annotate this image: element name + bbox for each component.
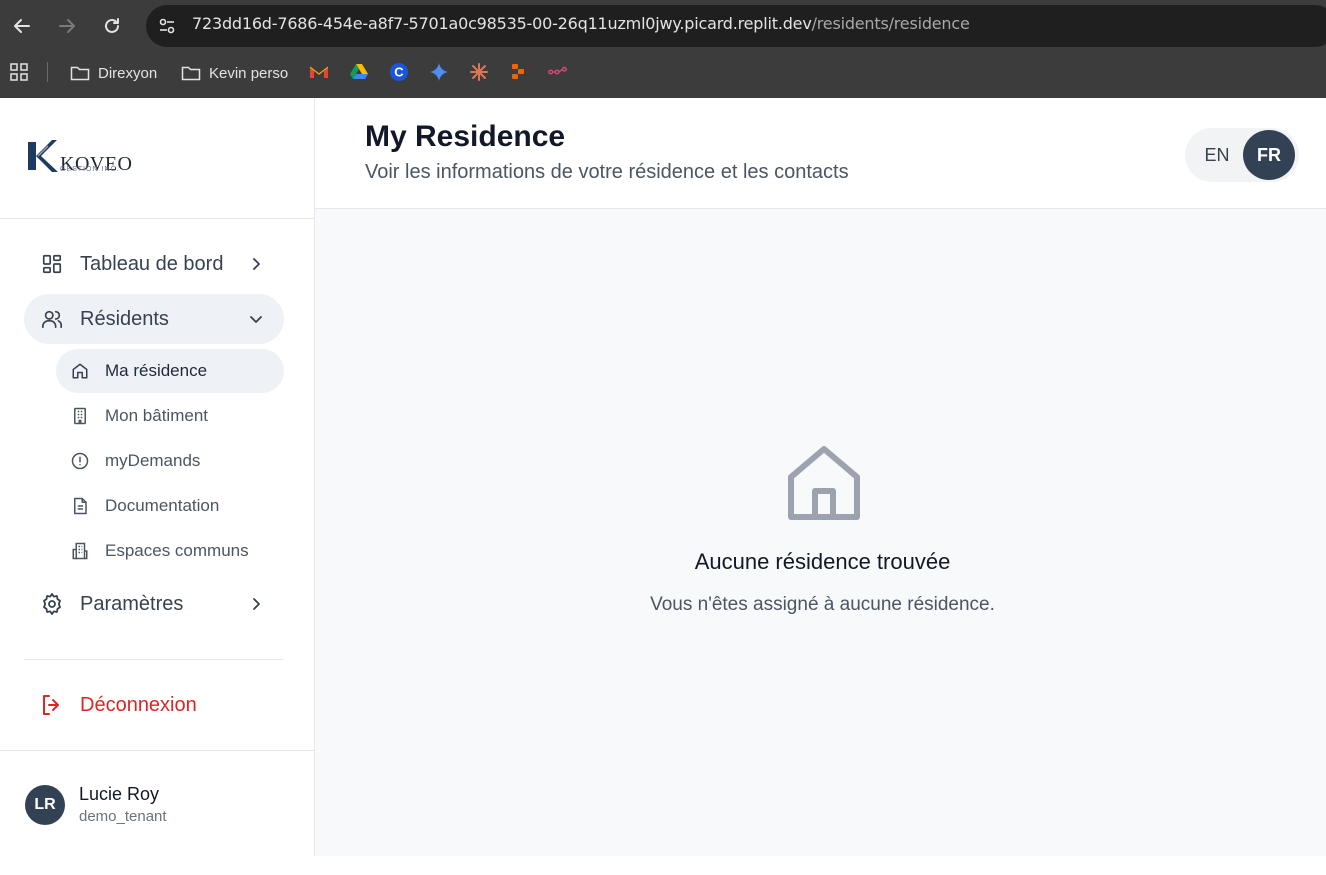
nav-residents[interactable]: Résidents	[24, 294, 284, 344]
page-header: My Residence Voir les informations de vo…	[315, 98, 1326, 209]
empty-state-title: Aucune résidence trouvée	[694, 549, 951, 574]
gear-icon	[40, 592, 64, 616]
bookmark-label: Kevin perso	[209, 64, 289, 82]
page-title: My Residence	[365, 120, 566, 153]
subnav-label: Documentation	[105, 496, 220, 515]
drive-icon[interactable]	[349, 62, 369, 82]
empty-state-description: Vous n'êtes assigné à aucune résidence.	[650, 594, 995, 615]
forward-icon[interactable]	[55, 12, 79, 40]
page-subtitle: Voir les informations de votre résidence…	[365, 161, 849, 183]
bookmark-folder-direxyon[interactable]: Direxyon	[70, 60, 157, 86]
bookmark-label: Direxyon	[98, 64, 158, 82]
back-icon[interactable]	[10, 12, 34, 40]
subnav-label: Mon bâtiment	[105, 406, 208, 425]
replit-icon[interactable]	[508, 62, 528, 82]
c-app-icon[interactable]: C	[389, 62, 409, 82]
url-text[interactable]: 723dd16d-7686-454e-a8f7-5701a0c98535-00-…	[192, 14, 970, 33]
logout-icon	[40, 693, 64, 717]
apps-grid-icon[interactable]	[9, 62, 29, 82]
subnav-label: Ma résidence	[105, 361, 208, 380]
logo-subtext: GESTION INC.	[60, 166, 120, 173]
chevron-right-icon	[246, 594, 266, 614]
alert-circle-icon	[70, 451, 90, 471]
user-profile[interactable]: LR Lucie Roy demo_tenant	[25, 784, 167, 825]
divider	[24, 659, 284, 660]
subnav-label: myDemands	[105, 451, 201, 470]
page-bottom-strip	[0, 856, 1326, 875]
common-spaces-icon	[70, 541, 90, 561]
nav-settings[interactable]: Paramètres	[24, 579, 284, 629]
logout-label: Déconnexion	[80, 693, 197, 716]
folder-icon	[70, 66, 90, 81]
divider	[0, 750, 314, 751]
reload-icon[interactable]	[100, 12, 124, 40]
koveo-logo-mark	[28, 140, 58, 172]
chevron-right-icon	[246, 254, 266, 274]
gemini-icon[interactable]	[429, 62, 449, 82]
users-icon	[40, 307, 64, 331]
lang-en-button[interactable]: EN	[1197, 133, 1237, 177]
main-content: Aucune résidence trouvée Vous n'êtes ass…	[315, 209, 1326, 856]
nav-residents-label: Résidents	[80, 307, 169, 330]
avatar: LR	[25, 784, 65, 825]
bookmark-folder-kevin-perso[interactable]: Kevin perso	[181, 60, 288, 86]
user-name: Lucie Roy	[79, 784, 160, 804]
divider	[0, 218, 314, 219]
site-settings-icon[interactable]	[154, 13, 180, 39]
document-icon	[70, 496, 90, 516]
nav-dashboard[interactable]: Tableau de bord	[24, 239, 284, 289]
gmail-icon[interactable]	[309, 62, 329, 82]
url-path: /residents/residence	[811, 14, 970, 33]
koveo-logo[interactable]: KOVEO GESTION INC.	[26, 138, 133, 174]
claude-icon[interactable]	[469, 62, 489, 82]
subnav-documentation[interactable]: Documentation	[56, 484, 284, 528]
dashboard-icon	[40, 252, 64, 276]
bookmarks-separator	[47, 62, 48, 82]
lang-fr-button[interactable]: FR	[1243, 130, 1295, 180]
home-icon	[788, 446, 860, 520]
language-switcher: EN FR	[1185, 128, 1299, 182]
logout-button[interactable]: Déconnexion	[24, 680, 284, 730]
url-host: 723dd16d-7686-454e-a8f7-5701a0c98535-00-…	[192, 14, 812, 33]
subnav-label: Espaces communs	[105, 541, 249, 560]
folder-icon	[181, 66, 201, 81]
subnav-mon-batiment[interactable]: Mon bâtiment	[56, 394, 284, 438]
subnav-mydemands[interactable]: myDemands	[56, 439, 284, 483]
svg-text:C: C	[394, 65, 404, 80]
chevron-down-icon	[246, 309, 266, 329]
nav-dashboard-label: Tableau de bord	[80, 252, 224, 275]
subnav-espaces-communs[interactable]: Espaces communs	[56, 529, 284, 573]
building-icon	[70, 406, 90, 426]
subnav-ma-residence[interactable]: Ma résidence	[56, 349, 284, 393]
flow-icon[interactable]	[548, 62, 568, 82]
home-icon	[70, 361, 90, 381]
sidebar: KOVEO GESTION INC. Tableau de bord Résid…	[0, 98, 315, 856]
user-role: demo_tenant	[79, 808, 167, 825]
nav-settings-label: Paramètres	[80, 592, 184, 615]
